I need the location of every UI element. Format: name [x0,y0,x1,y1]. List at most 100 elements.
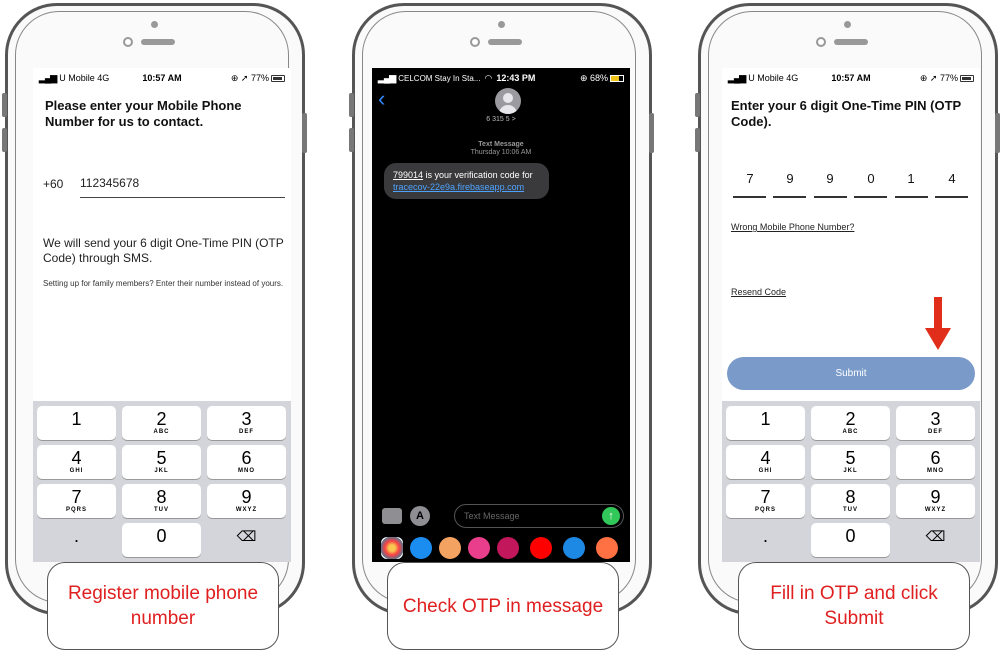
otp-underline [814,196,847,198]
camera-icon [470,37,480,47]
otp-digit-1[interactable]: 7 [735,171,765,186]
keypad-key-5[interactable]: 5 JKL [811,445,890,479]
keypad-key-1[interactable]: 1 [726,406,805,440]
resend-code-link[interactable]: Resend Code [731,287,786,297]
signal-icon: ▂▄▆ [378,72,396,83]
keypad-key-6[interactable]: 6 MNO [207,445,286,479]
keypad-delete-key[interactable]: ⌫ [207,523,286,557]
key-letters: WXYZ [235,507,258,513]
battery-icon [271,74,285,82]
battery-icon [610,74,624,82]
app-store-app-icon[interactable] [410,537,432,559]
backspace-icon: ⌫ [236,528,257,544]
app-store-icon[interactable]: A [410,506,430,526]
screen-messages: ▂▄▆ CELCOM Stay In Sta... ◠ 12:43 PM ⊕ 6… [372,68,630,562]
avatar[interactable] [495,88,521,114]
keypad-key-2[interactable]: 2 ABC [811,406,890,440]
key-number: 3 [930,409,941,429]
keypad-key-0[interactable]: 0 [122,523,201,557]
speaker-grille [488,39,522,45]
page-title: Enter your 6 digit One-Time PIN (OTP Cod… [731,98,961,129]
memoji-app-icon[interactable] [439,537,461,559]
text-message-input[interactable]: Text Message ↑ [454,504,624,528]
youtube-app-icon[interactable] [530,537,552,559]
side-button [695,128,700,152]
otp-digit-4[interactable]: 0 [856,171,886,186]
key-letters: DEF [928,429,943,435]
status-time: 12:43 PM [496,73,536,83]
keypad-delete-key[interactable]: ⌫ [896,523,975,557]
keypad-key-3[interactable]: 3 DEF [896,406,975,440]
camera-icon[interactable] [382,508,402,524]
otp-digit-3[interactable]: 9 [815,171,845,186]
key-letters: DEF [239,429,254,435]
sensor-dot [498,21,505,28]
numeric-keypad: 1 2 ABC 3 DEF 4 GHI 5 JKL 6 MNO 7 PQRS 8 TUV 9W… [722,401,980,562]
otp-underline [935,196,968,198]
key-letters: GHI [758,468,773,474]
status-time: 10:57 AM [142,73,182,83]
carrier-label: CELCOM Stay In Sta... [398,73,481,83]
key-number: 4 [71,448,82,468]
otp-digit-5[interactable]: 1 [896,171,926,186]
key-number: 8 [156,487,167,507]
key-number: . [73,526,79,546]
key-number: 2 [845,409,856,429]
key-letters: MNO [927,468,944,474]
timestamp-label: Text Message [478,141,524,148]
key-number: 4 [760,448,771,468]
search-app-icon[interactable] [468,537,490,559]
keypad-key-4[interactable]: 4 GHI [37,445,116,479]
key-number: 8 [845,487,856,507]
side-button [302,113,307,153]
more-app-icon[interactable] [596,537,618,559]
heart-app-icon[interactable] [497,537,519,559]
keypad-key-dot[interactable]: . [37,523,116,557]
keypad-key-dot[interactable]: . [726,523,805,557]
key-letters: PQRS [754,507,776,513]
side-button [349,93,354,117]
keypad-key-9[interactable]: 9 WXYZ [896,484,975,518]
keypad-key-3[interactable]: 3 DEF [207,406,286,440]
otp-digit-6[interactable]: 4 [937,171,967,186]
caption-otp: Fill in OTP and click Submit [738,562,970,650]
sms-bubble[interactable]: 799014 is your verification code for tra… [384,163,549,199]
keypad-key-5[interactable]: 5 JKL [122,445,201,479]
contact-name[interactable]: 6 315 5 > [372,116,630,123]
back-chevron-icon[interactable]: ‹ [378,88,385,110]
pointer-arrow [934,297,942,331]
keypad-key-9[interactable]: 9 WXYZ [207,484,286,518]
keypad-key-8[interactable]: 8 TUV [122,484,201,518]
key-letters: WXYZ [924,507,947,513]
numeric-keypad: 1 2 ABC 3 DEF 4 GHI 5 JKL 6 MNO 7 PQRS 8 TUV 9W… [33,401,291,562]
phone-number-input[interactable]: 112345678 [80,176,285,198]
keypad-key-0[interactable]: 0 [811,523,890,557]
input-placeholder: Text Message [464,511,520,521]
wrong-number-link[interactable]: Wrong Mobile Phone Number? [731,222,854,232]
send-arrow-icon[interactable]: ↑ [602,507,620,525]
otp-digit-2[interactable]: 9 [775,171,805,186]
page-title: Please enter your Mobile Phone Number fo… [45,98,242,129]
backspace-icon: ⌫ [925,528,946,544]
keypad-key-4[interactable]: 4 GHI [726,445,805,479]
keypad-key-7[interactable]: 7 PQRS [37,484,116,518]
message-text: is your verification code for [423,170,533,180]
side-button [995,113,1000,153]
key-number: 2 [156,409,167,429]
country-code[interactable]: +60 [43,177,63,192]
submit-button[interactable]: Submit [727,357,975,390]
message-link[interactable]: tracecov-22e9a.firebaseapp.com [393,182,524,192]
keypad-key-8[interactable]: 8 TUV [811,484,890,518]
otp-code[interactable]: 799014 [393,170,423,180]
status-bar: ▂▄▆ U Mobile 4G 10:57 AM ⊕ ➚ 77% [722,68,980,88]
cloud-app-icon[interactable] [563,537,585,559]
keypad-key-6[interactable]: 6 MNO [896,445,975,479]
pointer-arrow-head [925,328,951,350]
photos-app-icon[interactable] [381,537,403,559]
speaker-grille [141,39,175,45]
status-right: ⊕ 68% [580,73,624,84]
keypad-key-7[interactable]: 7 PQRS [726,484,805,518]
keypad-key-1[interactable]: 1 [37,406,116,440]
key-number: 5 [156,448,167,468]
keypad-key-2[interactable]: 2 ABC [122,406,201,440]
